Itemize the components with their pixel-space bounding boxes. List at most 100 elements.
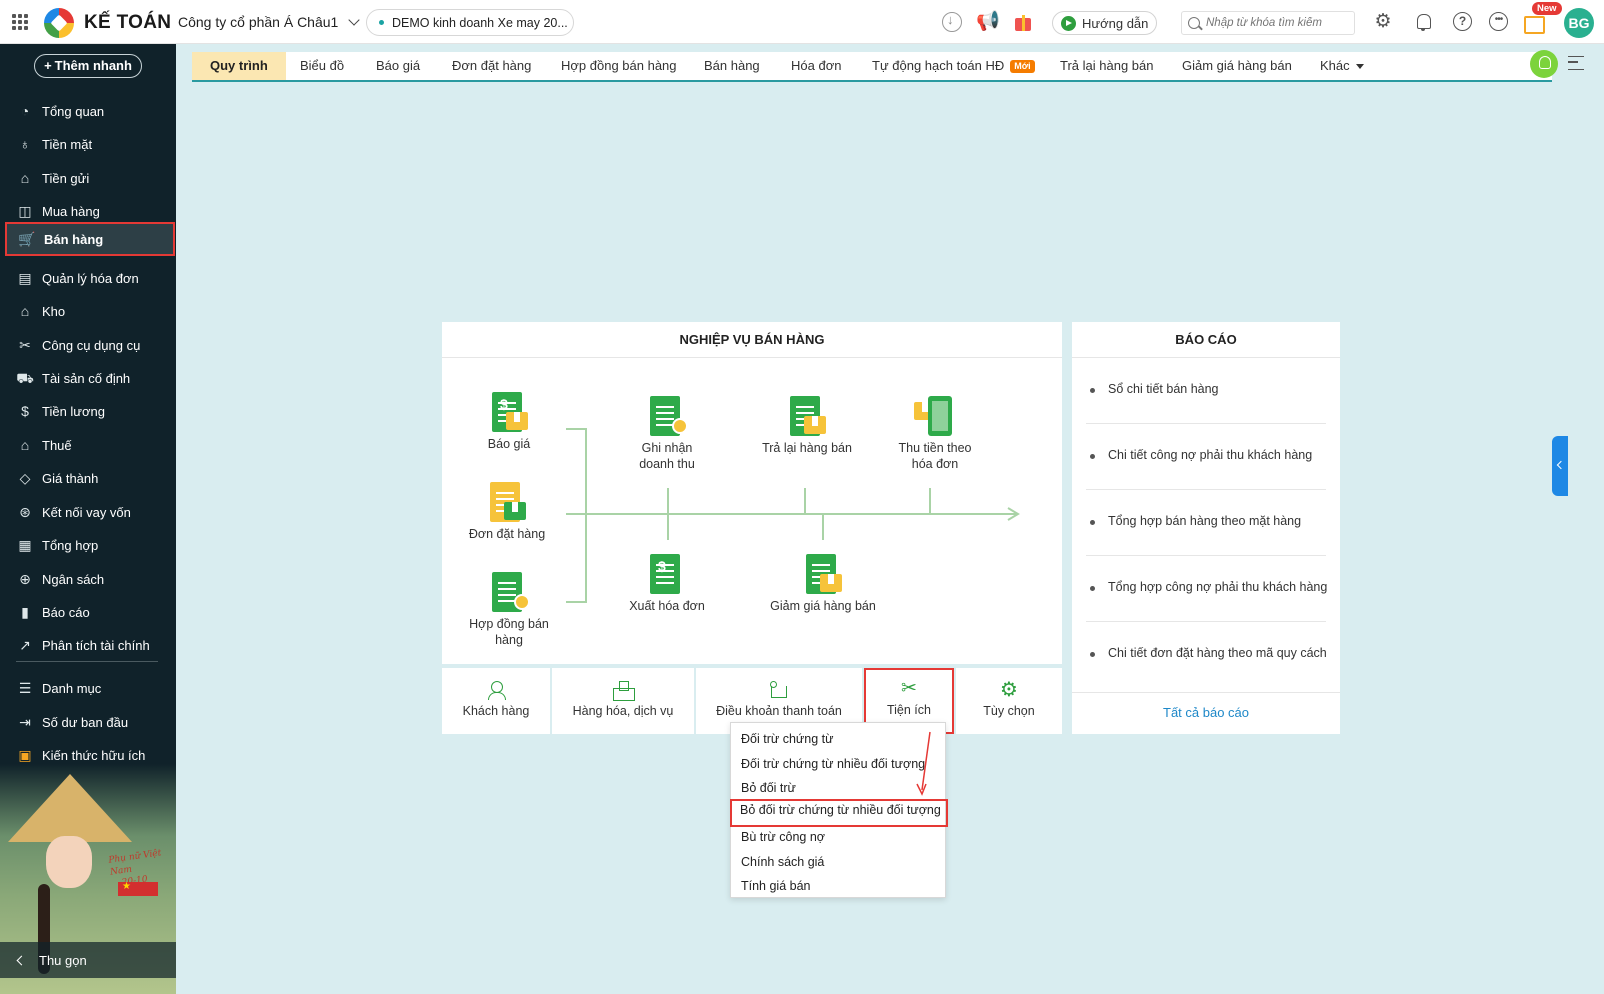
- tab-quy-trinh[interactable]: Quy trình: [192, 52, 286, 82]
- report-item[interactable]: Chi tiết công nợ phải thu khách hàng: [1086, 424, 1326, 490]
- sidebar-item-danh-muc[interactable]: ☰ Danh mục: [0, 671, 176, 705]
- tab-tu-dong-hach-toan[interactable]: Tự động hạch toán HĐ Mới: [872, 52, 1035, 80]
- search-input[interactable]: [1206, 17, 1346, 29]
- node-ghi-nhan-doanh-thu[interactable]: Ghi nhận doanh thu: [612, 396, 722, 472]
- apps-grid-icon[interactable]: [12, 14, 28, 30]
- tab-bao-gia[interactable]: Báo giá: [376, 52, 420, 80]
- report-item[interactable]: Tổng hợp công nợ phải thu khách hàng: [1086, 556, 1328, 622]
- report-item[interactable]: Tổng hợp bán hàng theo mặt hàng: [1086, 490, 1326, 556]
- sidebar-item-ket-noi-vay-von[interactable]: ⊛ Kết nối vay vốn: [0, 495, 176, 529]
- tool-label: Hàng hóa, dịch vụ: [572, 704, 674, 718]
- sidebar-item-bao-cao[interactable]: ▮ Báo cáo: [0, 595, 176, 629]
- plus-icon: +: [44, 58, 52, 73]
- dropdown-item[interactable]: Đối trừ chứng từ: [731, 727, 947, 751]
- dropdown-item[interactable]: Bù trừ công nợ: [731, 825, 947, 849]
- node-don-dat-hang[interactable]: Đơn đặt hàng: [452, 482, 562, 542]
- new-badge: Mới: [1010, 60, 1035, 73]
- node-label-line-2: hóa đơn: [911, 457, 959, 471]
- dropdown-item-highlighted[interactable]: Bỏ đối trừ chứng từ nhiều đối tượng: [730, 799, 948, 827]
- sidebar-item-tong-hop[interactable]: ▦ Tổng hợp: [0, 528, 176, 562]
- tab-hop-dong-ban-hang[interactable]: Hợp đồng bán hàng: [561, 52, 677, 80]
- sidebar-item-tien-gui[interactable]: ⌂ Tiền gửi: [0, 161, 176, 195]
- tab-hoa-don[interactable]: Hóa đơn: [791, 52, 841, 80]
- report-item[interactable]: Chi tiết đơn đặt hàng theo mã quy cách: [1086, 622, 1327, 688]
- sidebar-item-tien-mat[interactable]: ♁ Tiền mặt: [0, 127, 176, 161]
- tab-tra-lai-hang-ban[interactable]: Trả lại hàng bán: [1060, 52, 1153, 80]
- tool-tuy-chon[interactable]: ⚙ Tùy chọn: [956, 668, 1062, 734]
- help-icon[interactable]: ?: [1453, 12, 1472, 31]
- dropdown-item[interactable]: Tính giá bán: [731, 874, 947, 898]
- sidebar-item-label: Ngân sách: [42, 571, 105, 587]
- status-dot-icon: [379, 20, 384, 25]
- sidebar-item-tai-san-co-dinh[interactable]: ⛟ Tài sản cố định: [0, 361, 176, 395]
- bullet-icon: [1090, 454, 1095, 459]
- sidebar-item-ban-hang[interactable]: 🛒 Bán hàng: [5, 222, 175, 256]
- layout-settings-icon[interactable]: [1568, 56, 1584, 70]
- tab-khac[interactable]: Khác: [1320, 52, 1364, 80]
- sidebar-item-label: Mua hàng: [42, 203, 100, 219]
- issue-invoice-icon: $: [646, 554, 688, 596]
- sidebar-item-label: Tiền mặt: [42, 136, 93, 152]
- all-reports-link[interactable]: Tất cả báo cáo: [1072, 692, 1340, 734]
- sidebar-item-ngan-sach[interactable]: ⊕ Ngân sách: [0, 562, 176, 596]
- tool-label: Khách hàng: [462, 704, 530, 718]
- dropdown-item[interactable]: Đối trừ chứng từ nhiều đối tượng: [731, 752, 947, 776]
- tab-ban-hang[interactable]: Bán hàng: [704, 52, 760, 80]
- utilities-dropdown: Đối trừ chứng từ Đối trừ chứng từ nhiều …: [730, 722, 948, 898]
- node-giam-gia-hang-ban[interactable]: Giảm giá hàng bán: [758, 554, 888, 614]
- sidebar-item-kien-thuc-huu-ich[interactable]: ▣ Kiến thức hữu ích: [0, 738, 176, 772]
- report-label: Chi tiết công nợ phải thu khách hàng: [1108, 448, 1313, 462]
- megaphone-icon[interactable]: 📢: [976, 12, 1000, 32]
- sidebar-item-tien-luong[interactable]: $ Tiền lương: [0, 394, 176, 428]
- side-panel-toggle[interactable]: [1552, 436, 1568, 496]
- chevron-left-icon: [16, 955, 27, 965]
- utilities-icon: ✂: [901, 678, 917, 699]
- node-label: Báo giá: [487, 437, 531, 451]
- gift-icon[interactable]: [1013, 12, 1033, 32]
- lightbulb-icon[interactable]: [1530, 50, 1558, 78]
- database-selector[interactable]: DEMO kinh doanh Xe may 20...: [366, 9, 574, 36]
- dropdown-item[interactable]: Bỏ đối trừ: [731, 776, 947, 800]
- report-item[interactable]: Sổ chi tiết bán hàng: [1086, 358, 1326, 424]
- budget-icon: ⊕: [19, 571, 31, 587]
- guide-button[interactable]: Hướng dẫn: [1052, 11, 1157, 35]
- node-label: Ghi nhận doanh thu: [612, 440, 722, 472]
- download-icon[interactable]: [942, 12, 962, 32]
- bell-icon[interactable]: [1413, 12, 1433, 32]
- sidebar-item-thue[interactable]: ⌂ Thuế: [0, 428, 176, 462]
- tab-giam-gia-hang-ban[interactable]: Giảm giá hàng bán: [1182, 52, 1292, 80]
- sidebar-item-label: Phân tích tài chính: [42, 637, 150, 653]
- contract-icon: [488, 572, 530, 614]
- node-bao-gia[interactable]: $ Báo giá: [454, 392, 564, 452]
- sidebar-item-tong-quan[interactable]: ◔ Tổng quan: [0, 94, 176, 128]
- dropdown-item[interactable]: Chính sách giá: [731, 850, 947, 874]
- avatar[interactable]: BG: [1564, 8, 1594, 38]
- node-xuat-hoa-don[interactable]: $ Xuất hóa đơn: [612, 554, 722, 614]
- node-tra-lai-hang-ban[interactable]: Trả lại hàng bán: [744, 396, 870, 456]
- more-icon[interactable]: •••: [1489, 12, 1508, 31]
- collapse-sidebar-button[interactable]: Thu gọn: [0, 942, 176, 978]
- sidebar-item-kho[interactable]: ⌂ Kho: [0, 294, 176, 328]
- report-label: Tổng hợp công nợ phải thu khách hàng: [1108, 580, 1328, 594]
- sidebar-item-phan-tich-tai-chinh[interactable]: ↗ Phân tích tài chính: [0, 628, 176, 662]
- tab-bieu-do[interactable]: Biểu đồ: [300, 52, 344, 80]
- node-hop-dong-ban-hang[interactable]: Hợp đồng bán hàng: [454, 572, 564, 648]
- sidebar-item-so-du-ban-dau[interactable]: ⇥ Số dư ban đầu: [0, 705, 176, 739]
- gear-icon[interactable]: ⚙: [1373, 12, 1393, 32]
- company-selector[interactable]: Công ty cổ phần Á Châu1: [178, 14, 361, 30]
- bag-icon: ◫: [18, 203, 32, 219]
- sidebar-item-label: Tài sản cố định: [42, 370, 131, 386]
- payment-terms-icon: [769, 680, 789, 700]
- sidebar-item-quan-ly-hoa-don[interactable]: ▤ Quản lý hóa đơn: [0, 261, 176, 295]
- sidebar-item-cong-cu-dung-cu[interactable]: ✂ Công cụ dụng cụ: [0, 328, 176, 362]
- tool-khach-hang[interactable]: Khách hàng: [442, 668, 550, 734]
- bullet-icon: [1090, 388, 1095, 393]
- node-thu-tien-theo-hoa-don[interactable]: Thu tiền theo hóa đơn: [880, 396, 990, 472]
- sidebar-item-gia-thanh[interactable]: ◇ Giá thành: [0, 461, 176, 495]
- tab-don-dat-hang[interactable]: Đơn đặt hàng: [452, 52, 531, 80]
- sidebar-item-label: Tiền gửi: [42, 170, 90, 186]
- tool-label: Tùy chọn: [983, 704, 1035, 718]
- quick-add-button[interactable]: + Thêm nhanh: [34, 54, 142, 78]
- tool-hang-hoa-dich-vu[interactable]: Hàng hóa, dịch vụ: [552, 668, 694, 734]
- sidebar-item-label: Báo cáo: [42, 604, 90, 620]
